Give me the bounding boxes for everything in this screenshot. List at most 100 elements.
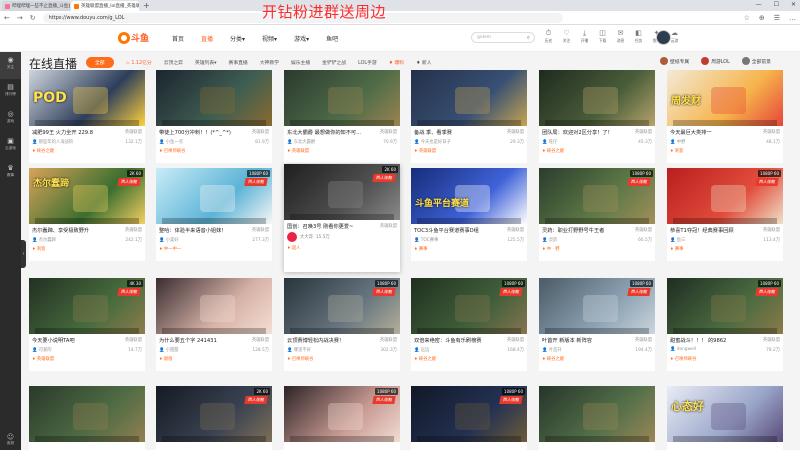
room-thumbnail[interactable]: 1080P 60 西人佳龍: [284, 278, 400, 334]
reload-icon[interactable]: ↻: [30, 14, 36, 22]
featured-pill[interactable]: 全部前景: [741, 57, 771, 65]
room-title[interactable]: 团队局：欢迎对2区分享！了！: [542, 129, 613, 136]
room-tag[interactable]: 召唤师峡谷: [670, 356, 780, 362]
anchor-name[interactable]: 👤 旺仔: [542, 139, 557, 145]
anchor-name[interactable]: 👤 那些年的人海战的: [32, 139, 73, 145]
room-thumbnail[interactable]: [29, 386, 145, 442]
room-thumbnail[interactable]: 1080P 60 西人佳龍: [411, 278, 527, 334]
filter-tag[interactable]: ♦ 新人: [416, 59, 431, 66]
room-tag[interactable]: 峡谷之巅: [542, 356, 652, 362]
room-title[interactable]: 双倍来绝密：斗鱼有乐刷榜赛: [414, 337, 481, 344]
room-title[interactable]: 今天最巨大类排一: [670, 129, 712, 136]
room-tag[interactable]: 超人: [287, 245, 397, 251]
room-card[interactable]: 周发财今天最巨大类排一 英雄联盟 👤 中野 48.1万刺客: [667, 70, 783, 163]
room-tag[interactable]: 英雄联盟: [287, 148, 397, 154]
rail-item[interactable]: ◎ 游戏: [0, 106, 21, 133]
anchor-name[interactable]: 👤 东北大霸爵: [287, 139, 315, 145]
room-card[interactable]: 2K 60 西人佳龍: [156, 386, 272, 450]
maximize-button[interactable]: ☐: [774, 0, 779, 10]
anchor-name[interactable]: 👤 小鱼一点: [159, 139, 183, 145]
room-tag[interactable]: 刺客: [32, 246, 142, 252]
room-title[interactable]: 减肥99王 火力全开 229.8: [32, 129, 93, 136]
nav-item[interactable]: 视频▾: [262, 34, 277, 43]
room-thumbnail[interactable]: [539, 386, 655, 442]
room-tag[interactable]: 刺客: [670, 148, 780, 154]
room-card[interactable]: 1080P 60西人佳龍双倍来绝密：斗鱼有乐刷榜赛 英雄联盟 👤 远远 168.4万峡…: [411, 278, 527, 371]
new-tab-button[interactable]: +: [143, 1, 150, 11]
room-card[interactable]: 备战 季、看季赛英雄联盟👤 今天也是好日子29.3万英雄联盟: [411, 70, 527, 163]
filter-tag[interactable]: 金铲铲之战: [322, 59, 346, 66]
room-thumbnail[interactable]: 心态好: [667, 386, 783, 442]
room-title[interactable]: 叶首开 新版本 新阵容: [542, 337, 592, 344]
rail-item-support[interactable]: ☺ 客服: [0, 433, 21, 446]
more-menu-icon[interactable]: …: [789, 14, 796, 22]
room-card[interactable]: 杰尔蠢蹄 2K 60 西人佳龍 杰尔蠢蹄、享受极致野升 英雄联盟 👤 杰尔蠢蹄 242.1万…: [29, 168, 145, 261]
room-card[interactable]: POD 减肥99王 火力全开 229.8 英雄联盟 👤 那些年的人海战的 132.1万峡…: [29, 70, 145, 163]
rail-item[interactable]: ▤ 排行榜: [0, 79, 21, 106]
anchor-name[interactable]: 👤 哪里不好: [287, 347, 311, 353]
browser-tab[interactable]: 英雄联盟直播_lol直播_英雄联盟✕: [71, 1, 139, 11]
anchor-name[interactable]: 👤 远远: [414, 347, 429, 353]
room-thumbnail[interactable]: 周发财: [667, 70, 783, 126]
anchor-name[interactable]: 👤 叶首开: [542, 347, 562, 353]
anchor-name[interactable]: 👤 鱼三: [670, 237, 685, 243]
room-card[interactable]: 带徒上700分冲刺！！(*^_^*) 英雄联盟 👤 小鱼一点 81.9万召唤师峡谷: [156, 70, 272, 163]
room-title[interactable]: 恭喜T1夺冠！经典赛事回顾: [670, 227, 734, 234]
room-card[interactable]: 心态好: [667, 386, 783, 450]
bookmark-star-icon[interactable]: ☆: [744, 14, 750, 22]
room-card[interactable]: 团队局：欢迎对2区分享！了！ 英雄联盟 👤 旺仔 45.3万峡谷之巅: [539, 70, 655, 163]
header-icon-button[interactable]: ◧ 任务: [631, 29, 646, 44]
room-thumbnail[interactable]: 2K 60 西人佳龍: [284, 164, 400, 220]
room-thumbnail[interactable]: [156, 70, 272, 126]
rail-item[interactable]: ♛ 赛事: [0, 160, 21, 187]
filter-tag[interactable]: ♦ 爆料: [389, 59, 404, 66]
anchor-name[interactable]: 👤 今天也是好日子: [414, 139, 451, 145]
room-card[interactable]: 1080P 60西人佳龍灵药：职业打野野号牛王者 英雄联盟 👤 灵药 66.5万中 ·…: [539, 168, 655, 261]
room-tag[interactable]: 中 · 野: [542, 246, 652, 252]
room-thumbnail[interactable]: POD: [29, 70, 145, 126]
room-card[interactable]: 1080P 60西人佳龍叶首开 新版本 新阵容 英雄联盟 👤 叶首开 194.4万峡谷…: [539, 278, 655, 371]
anchor-name[interactable]: 👤 TOC赛事: [414, 237, 438, 243]
room-thumbnail[interactable]: 1080P 60 西人佳龍: [539, 168, 655, 224]
room-card[interactable]: 斗鱼平台赛道 TOC3斗鱼平台赛道赛事D组 英雄联盟 👤 TOC赛事 125.5万赛事: [411, 168, 527, 261]
room-title[interactable]: TOC3斗鱼平台赛道赛事D组: [414, 227, 479, 234]
featured-pill[interactable]: 壁纸专属: [660, 57, 689, 65]
anchor-name[interactable]: 👤 杰尔蠢蹄: [32, 237, 56, 243]
room-thumbnail[interactable]: 1080P 60 西人佳龍: [667, 168, 783, 224]
anchor-name[interactable]: 大大哥: [300, 234, 313, 240]
anchor-name[interactable]: 👤 中野: [670, 139, 685, 145]
room-title[interactable]: 备战 季、看季赛: [414, 129, 452, 136]
room-tag[interactable]: 峡谷之巅: [32, 148, 142, 154]
browser-tab[interactable]: 哔哩哔哩一些不止直播_斗鱼直播✕: [2, 1, 70, 11]
filter-tag[interactable]: 大神教学: [260, 59, 279, 66]
anchor-name[interactable]: 👤 灵药: [542, 237, 557, 243]
minimize-button[interactable]: —: [756, 0, 762, 10]
room-card[interactable]: 为什么要五个字 241431 英雄联盟 👤 小甜甜 128.5万颜值: [156, 278, 272, 371]
room-thumbnail[interactable]: 1080P 60 西人佳龍: [156, 168, 272, 224]
room-card[interactable]: 1080P 60 西人佳龍 甜蜜战斗！！！ 的9862 英雄联盟 👤 dongwell 7…: [667, 278, 783, 371]
room-title[interactable]: 整哈：体验半来语音小姐妹！: [159, 227, 226, 234]
room-thumbnail[interactable]: [411, 70, 527, 126]
header-icon-button[interactable]: ✉ 消息: [613, 29, 628, 44]
room-tag[interactable]: 峡谷之巅: [414, 356, 524, 362]
header-icon-button[interactable]: ⏱ 历史: [541, 29, 556, 44]
room-card[interactable]: 1080P 60西人佳龍恭喜T1夺冠！经典赛事回顾 英雄联盟 👤 鱼三 113.4万赛…: [667, 168, 783, 261]
room-card[interactable]: [539, 386, 655, 450]
filter-tag[interactable]: 云顶之弈: [164, 59, 183, 66]
rail-collapse-toggle[interactable]: ‹: [21, 240, 26, 268]
douyu-logo[interactable]: 斗鱼: [118, 31, 149, 44]
room-card[interactable]: 1080P 60西人佳龍云顶赛博轻松内战决赛！ 英雄联盟 👤 哪里不好 302.3万召…: [284, 278, 400, 371]
nav-item[interactable]: 鱼吧: [326, 34, 338, 43]
back-icon[interactable]: ←: [4, 14, 10, 22]
room-thumbnail[interactable]: 杰尔蠢蹄 2K 60 西人佳龍: [29, 168, 145, 224]
featured-pill[interactable]: 周游LOL: [701, 57, 730, 65]
room-tag[interactable]: 颜值: [159, 356, 269, 362]
room-tag[interactable]: 赛事: [670, 246, 780, 252]
room-thumbnail[interactable]: 1080P 60 西人佳龍: [284, 386, 400, 442]
filter-tag[interactable]: 英雄列表▾: [195, 59, 217, 66]
room-title[interactable]: 今天要小说明TA吧: [32, 337, 75, 344]
room-title[interactable]: 杰尔蠢蹄、享受极致野升: [32, 227, 89, 234]
room-card[interactable]: 4K 30西人佳龍今天要小说明TA吧英雄联盟👤 可爱的14.7万英雄联盟: [29, 278, 145, 371]
forward-icon[interactable]: →: [17, 14, 23, 22]
room-thumbnail[interactable]: [284, 70, 400, 126]
